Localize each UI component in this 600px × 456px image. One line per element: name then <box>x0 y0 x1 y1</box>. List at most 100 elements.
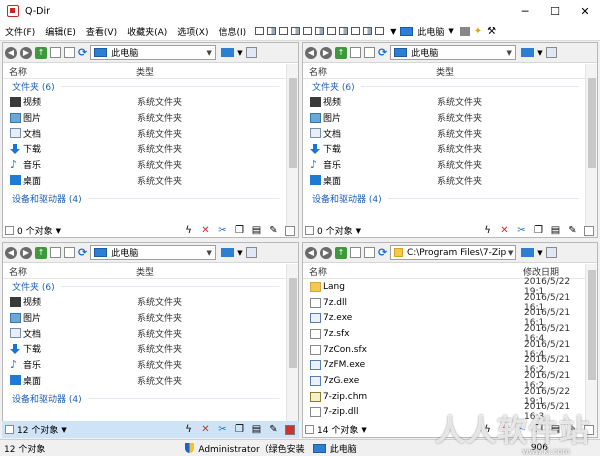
menu-location[interactable]: ▼ 此电脑 ▼ ✦ ⚒ <box>390 25 496 38</box>
chevron-down-icon[interactable]: ▼ <box>537 249 542 257</box>
delete-icon[interactable]: ✕ <box>499 424 510 435</box>
star-icon[interactable]: ✦ <box>474 26 482 37</box>
back-icon[interactable]: ◀ <box>305 246 317 259</box>
forward-icon[interactable]: ▶ <box>320 46 332 59</box>
paste-icon[interactable]: ▤ <box>251 225 262 236</box>
column-type[interactable]: 类型 <box>136 65 154 78</box>
refresh-icon[interactable]: ⟳ <box>78 246 87 259</box>
tools-icon[interactable]: ⚒ <box>487 26 496 37</box>
panel-icon[interactable] <box>545 47 557 58</box>
refresh-icon[interactable]: ⟳ <box>78 46 87 59</box>
group-devices[interactable]: 设备和驱动器 (4) <box>3 191 286 206</box>
paste-icon[interactable]: ▤ <box>251 424 262 435</box>
list-item[interactable]: 图片 系统文件夹 <box>3 310 286 326</box>
column-name[interactable]: 名称 <box>9 265 27 278</box>
panel-icon[interactable] <box>545 247 557 258</box>
back-icon[interactable]: ◀ <box>5 46 17 59</box>
list-item[interactable]: 桌面 系统文件夹 <box>3 172 286 188</box>
forward-icon[interactable]: ▶ <box>20 246 32 259</box>
address-bar[interactable]: 此电脑 ▼ <box>90 245 217 260</box>
menu-file[interactable]: 文件(F) <box>0 25 40 38</box>
panel-icon[interactable] <box>584 424 594 435</box>
layout-1-icon[interactable] <box>255 27 265 35</box>
panel-icon[interactable] <box>245 47 257 58</box>
rename-icon[interactable]: ✎ <box>268 424 279 435</box>
folder-settings-icon[interactable] <box>50 47 61 58</box>
group-folders[interactable]: 文件夹 (6) <box>303 79 585 94</box>
list-item[interactable]: ♪ 音乐 系统文件夹 <box>3 357 286 373</box>
layout-2-icon[interactable] <box>267 27 277 35</box>
group-folders[interactable]: 文件夹 (6) <box>3 79 286 94</box>
group-devices[interactable]: 设备和驱动器 (4) <box>303 191 585 206</box>
column-name[interactable]: 名称 <box>309 65 327 78</box>
chevron-down-icon[interactable]: ▼ <box>237 49 242 57</box>
folder-settings-icon[interactable] <box>350 247 361 258</box>
group-devices[interactable]: 设备和驱动器 (4) <box>3 391 286 406</box>
address-bar[interactable]: C:\Program Files\7-Zip ▼ <box>390 245 517 260</box>
menu-info[interactable]: 信息(I) <box>214 25 252 38</box>
list-item[interactable]: 桌面 系统文件夹 <box>303 172 585 188</box>
back-icon[interactable]: ◀ <box>305 46 317 59</box>
column-name[interactable]: 名称 <box>9 65 27 78</box>
vertical-scrollbar[interactable] <box>585 264 597 437</box>
list-item[interactable]: 文档 系统文件夹 <box>3 125 286 141</box>
lightning-icon[interactable]: ϟ <box>482 225 493 236</box>
layout-7-icon[interactable] <box>327 27 337 35</box>
list-item[interactable]: ♪ 音乐 系统文件夹 <box>303 157 585 173</box>
scroll-thumb[interactable] <box>289 278 297 368</box>
up-icon[interactable]: ↑ <box>335 46 347 59</box>
layout-10-icon[interactable] <box>363 27 373 35</box>
back-icon[interactable]: ◀ <box>5 246 17 259</box>
list-item[interactable]: 下载 系统文件夹 <box>3 341 286 357</box>
column-date[interactable]: 修改日期 <box>523 265 559 278</box>
address-bar[interactable]: 此电脑 ▼ <box>90 45 217 60</box>
copy-icon[interactable]: ❐ <box>533 424 544 435</box>
panel-icon[interactable] <box>245 247 257 258</box>
scroll-thumb[interactable] <box>289 78 297 168</box>
column-type[interactable]: 类型 <box>136 265 154 278</box>
list-item[interactable]: 图片 系统文件夹 <box>3 110 286 126</box>
up-icon[interactable]: ↑ <box>35 246 47 259</box>
object-count[interactable]: 12 个对象 ▼ <box>5 423 67 436</box>
forward-icon[interactable]: ▶ <box>320 246 332 259</box>
address-bar[interactable]: 此电脑 ▼ <box>390 45 517 60</box>
column-name[interactable]: 名称 <box>309 265 327 278</box>
cut-icon[interactable]: ✂ <box>516 424 527 435</box>
chevron-down-icon[interactable]: ▼ <box>503 49 515 57</box>
folder-settings-icon[interactable] <box>50 247 61 258</box>
vertical-scrollbar[interactable] <box>286 264 298 437</box>
chevron-down-icon[interactable]: ▼ <box>203 49 215 57</box>
chevron-down-icon[interactable]: ▼ <box>203 249 215 257</box>
view-mode-icon[interactable] <box>364 247 375 258</box>
menu-options[interactable]: 选项(X) <box>172 25 213 38</box>
list-item[interactable]: 文档 系统文件夹 <box>303 125 585 141</box>
lightning-icon[interactable]: ϟ <box>183 424 194 435</box>
list-item[interactable]: ♪ 音乐 系统文件夹 <box>3 157 286 173</box>
close-button[interactable]: ✕ <box>570 0 600 22</box>
cut-icon[interactable]: ✂ <box>217 225 228 236</box>
list-item[interactable]: 下载 系统文件夹 <box>3 141 286 157</box>
object-count[interactable]: 0 个对象 ▼ <box>305 224 361 237</box>
list-item[interactable]: 视频 系统文件夹 <box>3 294 286 310</box>
vertical-scrollbar[interactable] <box>286 64 298 237</box>
printer-icon[interactable] <box>459 26 470 36</box>
monitor-icon[interactable] <box>521 248 535 257</box>
list-item[interactable]: 视频 系统文件夹 <box>3 94 286 110</box>
object-count[interactable]: 0 个对象 ▼ <box>5 224 61 237</box>
view-mode-icon[interactable] <box>64 47 75 58</box>
layout-9-icon[interactable] <box>351 27 361 35</box>
up-icon[interactable]: ↑ <box>35 46 47 59</box>
group-folders[interactable]: 文件夹 (6) <box>3 279 286 294</box>
list-item[interactable]: 文档 系统文件夹 <box>3 325 286 341</box>
menu-edit[interactable]: 编辑(E) <box>40 25 81 38</box>
copy-icon[interactable]: ❐ <box>234 424 245 435</box>
cut-icon[interactable]: ✂ <box>516 225 527 236</box>
scroll-thumb[interactable] <box>588 78 596 168</box>
forward-icon[interactable]: ▶ <box>20 46 32 59</box>
delete-icon[interactable]: ✕ <box>499 225 510 236</box>
vertical-scrollbar[interactable] <box>585 64 597 237</box>
minimize-button[interactable]: ─ <box>510 0 540 22</box>
layout-4-icon[interactable] <box>291 27 301 35</box>
layout-8-icon[interactable] <box>339 27 349 35</box>
copy-icon[interactable]: ❐ <box>533 225 544 236</box>
